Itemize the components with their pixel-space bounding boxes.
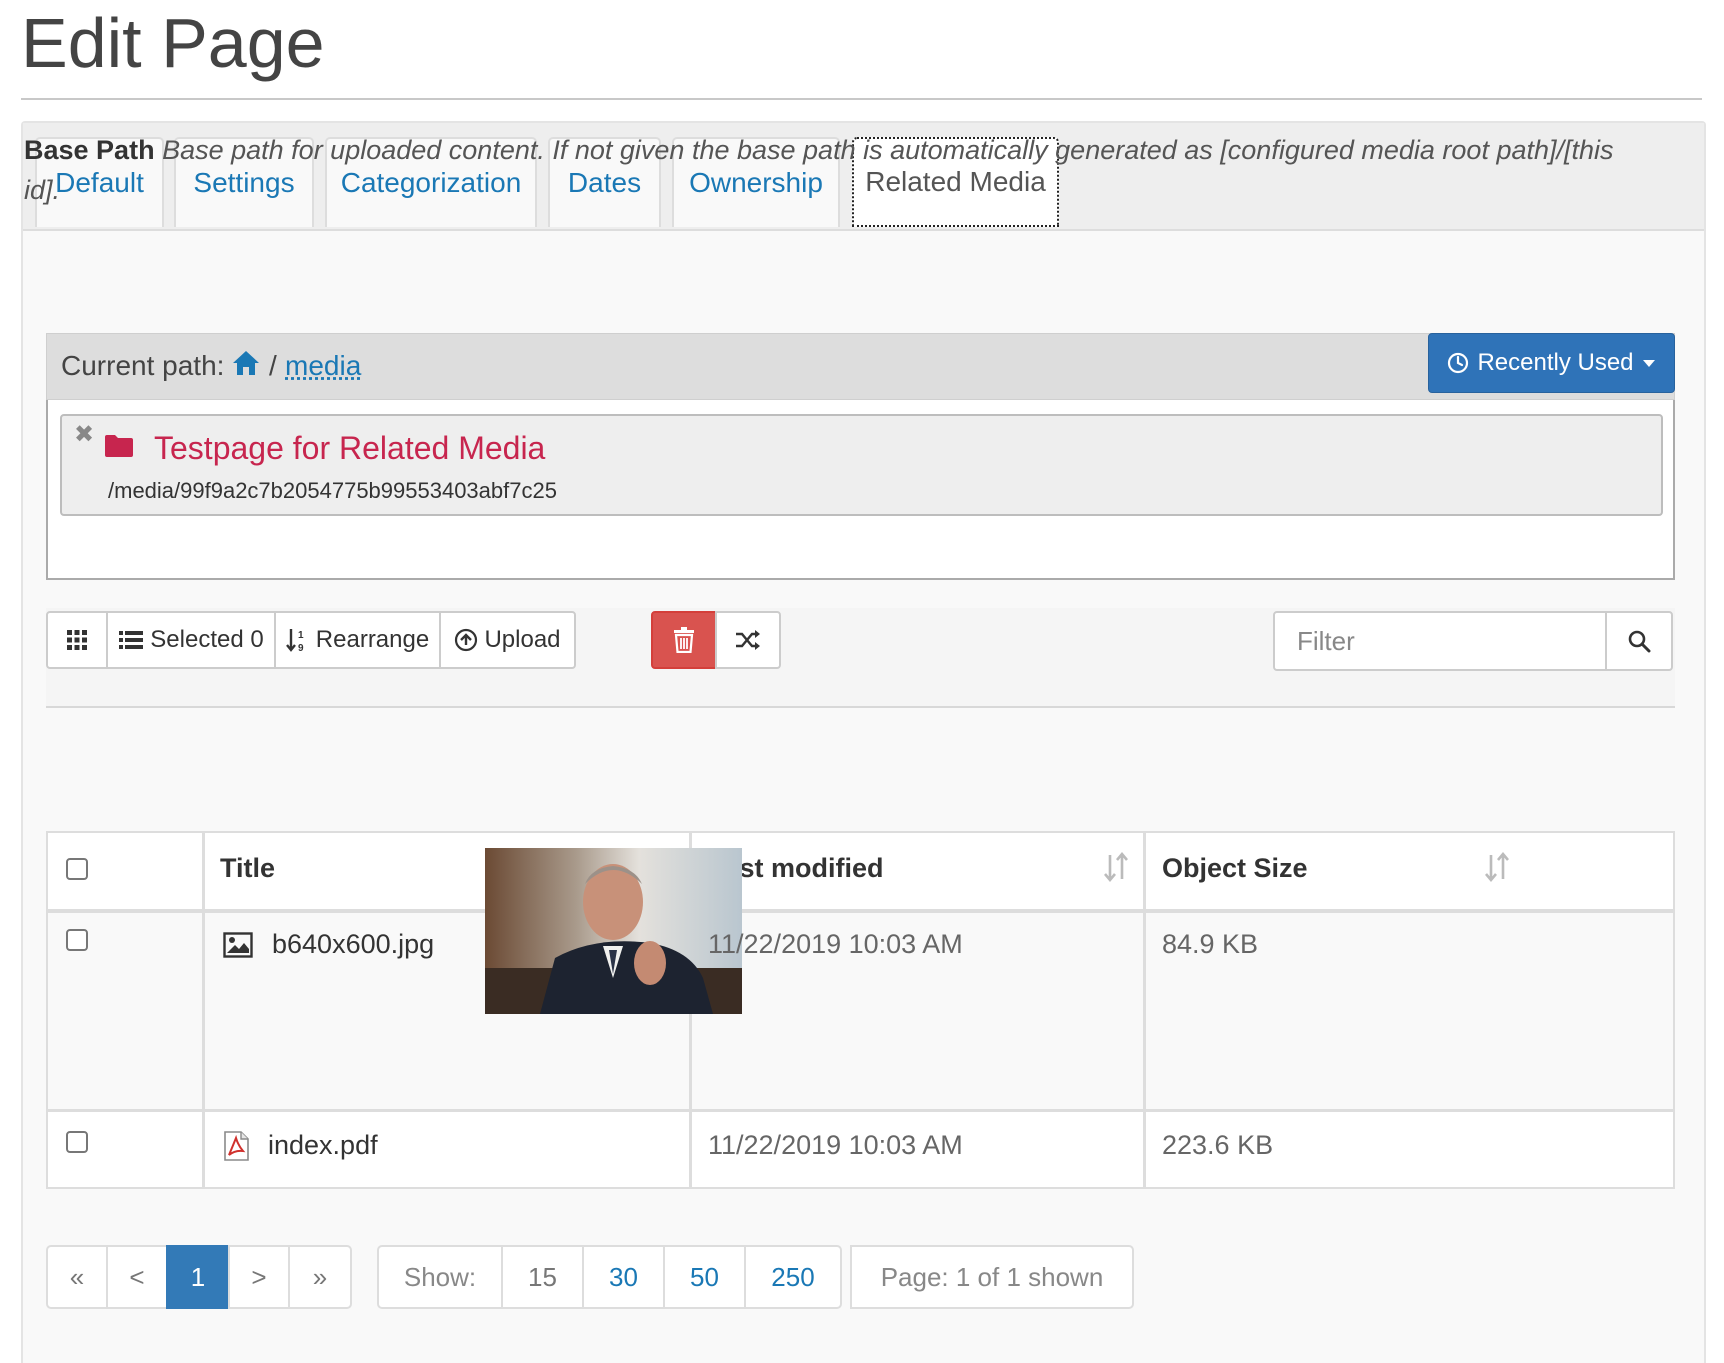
home-icon[interactable] [231, 348, 261, 378]
page-title: Edit Page [21, 4, 325, 82]
clock-icon [1448, 352, 1469, 374]
shuffle-button[interactable] [715, 611, 781, 669]
page-1-button[interactable]: 1 [166, 1245, 230, 1309]
page-size-selector: Show: 15 30 50 250 [377, 1245, 842, 1309]
upload-button[interactable]: Upload [439, 611, 576, 669]
upload-icon [455, 628, 478, 652]
file-title[interactable]: index.pdf [268, 1130, 378, 1161]
select-all-checkbox[interactable] [66, 858, 88, 880]
remove-icon[interactable]: ✖ [74, 420, 94, 449]
pagination: « < 1 > » [46, 1245, 352, 1309]
list-icon [119, 631, 144, 649]
grid-view-button[interactable] [46, 611, 108, 669]
svg-text:9: 9 [298, 643, 304, 653]
last-modified: 11/22/2019 10:03 AM [708, 929, 963, 959]
page-status-label: Page: 1 of 1 shown [850, 1245, 1134, 1309]
file-title[interactable]: b640x600.jpg [272, 929, 434, 960]
header-title[interactable]: Title [220, 853, 275, 884]
column-divider [1143, 833, 1146, 1187]
selected-items-box: ✖ Testpage for Related Media /media/99f9… [46, 400, 1675, 580]
row-checkbox[interactable] [66, 929, 88, 951]
row-checkbox[interactable] [66, 1131, 88, 1153]
object-size: 223.6 KB [1162, 1130, 1274, 1160]
base-path-description: Base path for uploaded content. If not g… [24, 135, 1614, 205]
object-size: 84.9 KB [1162, 929, 1259, 959]
sort-icon[interactable] [1103, 851, 1129, 883]
sort-numeric-icon: 1 9 [285, 629, 304, 653]
page-size-15[interactable]: 15 [501, 1245, 584, 1309]
header-object-size[interactable]: Object Size [1162, 853, 1308, 884]
page-size-30[interactable]: 30 [582, 1245, 665, 1309]
delete-button[interactable] [651, 611, 717, 669]
upload-label: Upload [484, 626, 561, 653]
title-divider [21, 98, 1702, 100]
search-button[interactable] [1605, 611, 1673, 671]
next-page-button[interactable]: > [228, 1245, 290, 1309]
page-status: Page: 1 of 1 shown [850, 1245, 1134, 1309]
trash-icon [674, 627, 694, 653]
column-divider [202, 833, 205, 1187]
selected-button[interactable]: Selected 0 [106, 611, 276, 669]
page-size-50[interactable]: 50 [663, 1245, 746, 1309]
grid-icon [67, 630, 87, 650]
base-path-label: Base Path [24, 135, 155, 165]
recently-used-label: Recently Used [1477, 349, 1634, 376]
last-modified: 11/22/2019 10:03 AM [708, 1130, 963, 1160]
rearrange-button[interactable]: 1 9 Rearrange [274, 611, 441, 669]
toolbar-action-group [651, 611, 781, 669]
edit-page: Edit Page Default Settings Categorizatio… [0, 0, 1724, 1363]
base-path-help: Base Path Base path for uploaded content… [24, 130, 1624, 210]
selected-item-path: /media/99f9a2c7b2054775b99553403abf7c25 [108, 478, 557, 503]
rearrange-label: Rearrange [315, 626, 430, 653]
path-separator: / [269, 350, 277, 381]
media-table: Title Last modified Object Size b640x600… [46, 831, 1675, 1189]
media-toolbar: Selected 0 1 9 Rearrange Upload [46, 608, 1675, 708]
pdf-icon [224, 1131, 249, 1161]
selected-item: ✖ Testpage for Related Media /media/99f9… [60, 414, 1663, 516]
image-icon [223, 932, 253, 958]
last-page-button[interactable]: » [288, 1245, 352, 1309]
first-page-button[interactable]: « [46, 1245, 108, 1309]
toolbar-main-group: Selected 0 1 9 Rearrange Upload [46, 611, 576, 669]
folder-icon [105, 435, 133, 457]
search-icon [1628, 630, 1651, 653]
recently-used-button[interactable]: Recently Used [1428, 333, 1675, 393]
path-segment-media[interactable]: media [285, 350, 361, 382]
page-size-250[interactable]: 250 [744, 1245, 842, 1309]
prev-page-button[interactable]: < [106, 1245, 168, 1309]
filter-input[interactable] [1273, 611, 1607, 671]
show-label: Show: [377, 1245, 503, 1309]
svg-text:1: 1 [298, 630, 304, 641]
caret-down-icon [1642, 360, 1655, 367]
sort-icon[interactable] [1484, 851, 1510, 883]
thumbnail-image[interactable] [485, 848, 742, 1014]
selected-item-name[interactable]: Testpage for Related Media [154, 430, 545, 467]
random-icon [736, 630, 760, 650]
current-path-label: Current path: [61, 350, 225, 381]
selected-count-label: Selected 0 [150, 626, 264, 653]
